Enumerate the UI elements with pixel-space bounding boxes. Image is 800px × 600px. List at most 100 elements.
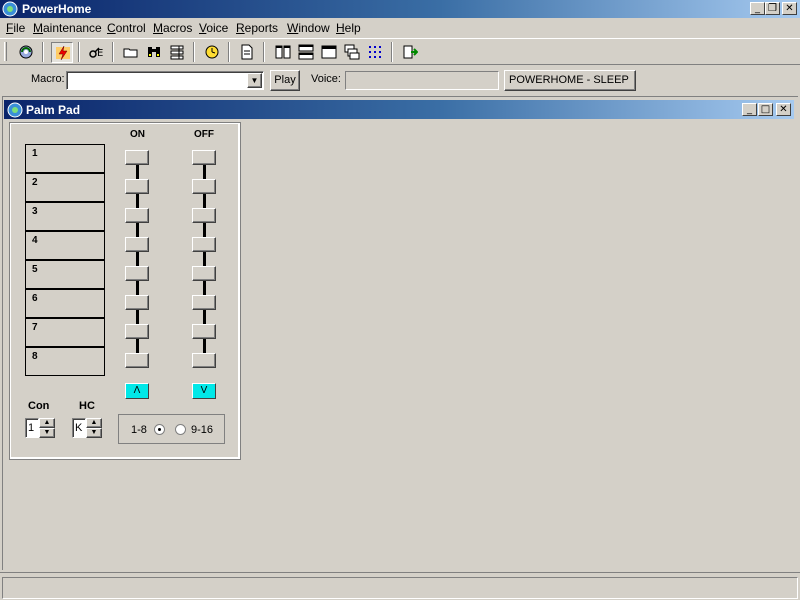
brighten-button[interactable]: Λ	[125, 383, 149, 399]
con-value[interactable]: 1	[25, 418, 39, 438]
hc-value[interactable]: K	[72, 418, 86, 438]
off-column-label: OFF	[194, 129, 214, 140]
menu-bar: File Maintenance Control Macros Voice Re…	[0, 18, 800, 37]
unit-number: 7	[32, 322, 38, 333]
unit-number: 8	[32, 351, 38, 362]
hc-spinner[interactable]: K ▲ ▼	[72, 418, 102, 438]
toolbar-separator	[112, 42, 114, 62]
menu-reports[interactable]: Reports	[236, 21, 278, 35]
minimize-icon[interactable]: _	[750, 2, 765, 15]
menu-control[interactable]: Control	[107, 21, 146, 35]
menu-help[interactable]: Help	[336, 21, 361, 35]
unit-box-7[interactable]: 7	[25, 318, 105, 347]
event-icon[interactable]: E	[85, 42, 107, 63]
on-button-2[interactable]	[125, 179, 149, 194]
child-minimize-icon[interactable]: _	[742, 103, 757, 116]
toolbar-separator	[391, 42, 393, 62]
on-button-3[interactable]	[125, 208, 149, 223]
document-icon[interactable]	[236, 42, 258, 63]
range-9-16-radio[interactable]	[175, 424, 186, 435]
play-button[interactable]: Play	[270, 70, 300, 91]
close-icon[interactable]: ✕	[782, 2, 797, 15]
toolbar-separator	[193, 42, 195, 62]
unit-box-5[interactable]: 5	[25, 260, 105, 289]
off-button-2[interactable]	[192, 179, 216, 194]
list-icon[interactable]	[166, 42, 188, 63]
palm-pad-window-icon[interactable]	[7, 102, 23, 118]
off-button-5[interactable]	[192, 266, 216, 281]
unit-box-6[interactable]: 6	[25, 289, 105, 318]
unit-box-8[interactable]: 8	[25, 347, 105, 376]
off-button-8[interactable]	[192, 353, 216, 368]
on-button-4[interactable]	[125, 237, 149, 252]
toolbar-grip[interactable]	[4, 42, 7, 61]
restore-icon[interactable]: ❐	[765, 2, 780, 15]
arrange-icon[interactable]	[364, 42, 386, 63]
tile-vertical-icon[interactable]	[272, 42, 294, 63]
off-button-1[interactable]	[192, 150, 216, 165]
unit-box-1[interactable]: 1	[25, 144, 105, 173]
on-button-8[interactable]	[125, 353, 149, 368]
unit-number: 4	[32, 235, 38, 246]
unit-box-2[interactable]: 2	[25, 173, 105, 202]
on-column-label: ON	[130, 129, 145, 140]
unit-box-4[interactable]: 4	[25, 231, 105, 260]
window-icon[interactable]	[318, 42, 340, 63]
on-button-1[interactable]	[125, 150, 149, 165]
binoculars-icon[interactable]	[143, 42, 165, 63]
unit-number: 6	[32, 293, 38, 304]
unit-number: 5	[32, 264, 38, 275]
con-up-icon[interactable]: ▲	[39, 418, 55, 428]
hc-up-icon[interactable]: ▲	[86, 418, 102, 428]
status-bar	[0, 572, 800, 600]
toolbar: E	[0, 38, 800, 65]
lightning-icon[interactable]	[51, 42, 73, 63]
range-9-16-label: 9-16	[191, 424, 214, 436]
unit-box-3[interactable]: 3	[25, 202, 105, 231]
menu-window[interactable]: Window	[287, 21, 330, 35]
cascade-icon[interactable]	[341, 42, 363, 63]
tile-horizontal-icon[interactable]	[295, 42, 317, 63]
status-pane	[2, 577, 798, 599]
off-button-7[interactable]	[192, 324, 216, 339]
hc-down-icon[interactable]: ▼	[86, 428, 102, 438]
macro-bar: Macro: ▼ Play Voice: POWERHOME - SLEEP	[0, 66, 800, 94]
macro-label: Macro:	[31, 73, 65, 85]
exit-icon[interactable]	[399, 42, 421, 63]
on-button-7[interactable]	[125, 324, 149, 339]
on-button-6[interactable]	[125, 295, 149, 310]
range-1-8-label: 1-8	[131, 424, 147, 436]
off-button-3[interactable]	[192, 208, 216, 223]
chevron-down-icon[interactable]: ▼	[247, 73, 262, 88]
range-1-8-radio[interactable]	[154, 424, 165, 435]
off-button-6[interactable]	[192, 295, 216, 310]
unit-number: 1	[32, 148, 38, 159]
app-title-bar[interactable]: PowerHome _ ❐ ✕	[0, 0, 800, 18]
unit-range-group: 1-8 9-16	[118, 414, 225, 444]
child-maximize-icon[interactable]: □	[758, 103, 773, 116]
menu-voice[interactable]: Voice	[199, 21, 228, 35]
toolbar-separator	[42, 42, 44, 62]
app-icon[interactable]	[2, 1, 18, 17]
dim-button[interactable]: V	[192, 383, 216, 399]
menu-macros[interactable]: Macros	[153, 21, 192, 35]
toolbar-separator	[228, 42, 230, 62]
unit-number: 3	[32, 206, 38, 217]
con-down-icon[interactable]: ▼	[39, 428, 55, 438]
on-button-5[interactable]	[125, 266, 149, 281]
refresh-icon[interactable]	[15, 42, 37, 63]
palm-pad-title: Palm Pad	[26, 103, 81, 117]
palm-pad-title-bar[interactable]: Palm Pad _ □ ✕	[4, 100, 794, 119]
folder-icon[interactable]	[120, 42, 142, 63]
menu-maintenance[interactable]: Maintenance	[33, 21, 102, 35]
off-button-4[interactable]	[192, 237, 216, 252]
clock-icon[interactable]	[201, 42, 223, 63]
svg-text:E: E	[97, 48, 103, 59]
con-spinner[interactable]: 1 ▲ ▼	[25, 418, 55, 438]
voice-field[interactable]	[345, 71, 499, 90]
unit-number: 2	[32, 177, 38, 188]
child-close-icon[interactable]: ✕	[776, 103, 791, 116]
powerhome-status-button[interactable]: POWERHOME - SLEEP	[504, 70, 636, 91]
menu-file[interactable]: File	[6, 21, 25, 35]
macro-dropdown[interactable]: ▼	[66, 71, 264, 90]
